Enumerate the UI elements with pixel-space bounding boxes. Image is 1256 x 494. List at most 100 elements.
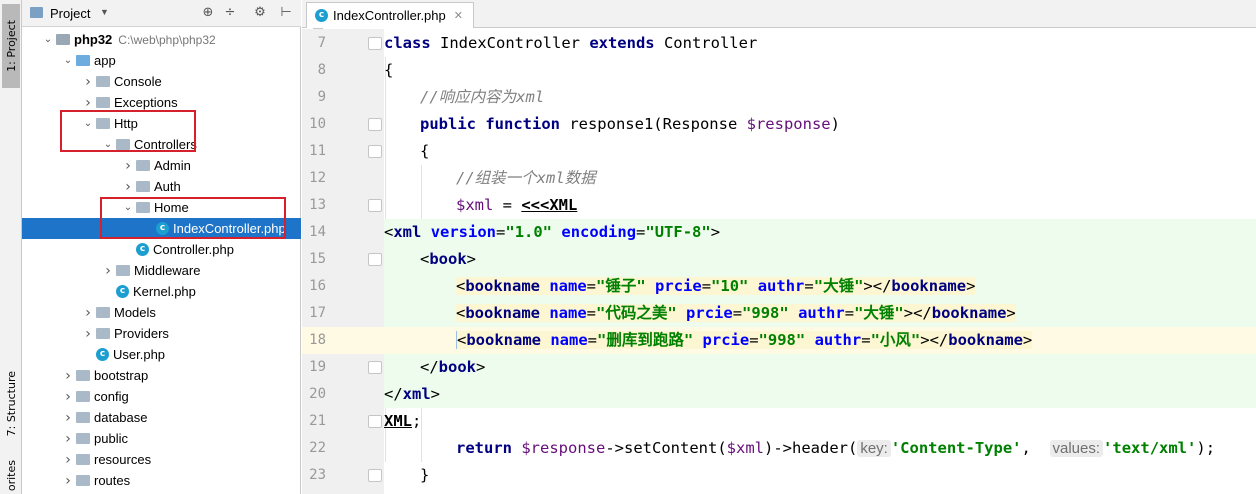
- fold-marker-icon[interactable]: [368, 253, 382, 266]
- chevron-right-icon[interactable]: ›: [80, 326, 96, 342]
- gear-icon[interactable]: ⚙: [252, 5, 268, 21]
- tree-item-routes[interactable]: › routes: [22, 470, 301, 491]
- code-token: ,: [1021, 439, 1050, 457]
- tree-item-app[interactable]: ⌄ app: [22, 50, 301, 71]
- fold-marker-icon[interactable]: [368, 118, 382, 131]
- collapse-icon[interactable]: ÷: [222, 5, 238, 21]
- code-token: $response: [521, 439, 606, 457]
- chevron-right-icon[interactable]: ›: [60, 452, 76, 468]
- tree-item-models[interactable]: › Models: [22, 302, 301, 323]
- fold-marker-icon[interactable]: [368, 415, 382, 428]
- editor-gutter: 789101112131415161718💡1920212223: [302, 29, 406, 494]
- tree-item-config[interactable]: › config: [22, 386, 301, 407]
- tree-item-admin[interactable]: › Admin: [22, 155, 301, 176]
- target-icon[interactable]: ⊕: [200, 5, 216, 21]
- structure-tool-tab[interactable]: 7: Structure: [2, 364, 20, 444]
- editor-tab-indexcontroller[interactable]: c IndexController.php ✕: [306, 2, 474, 28]
- chevron-right-icon[interactable]: ›: [60, 410, 76, 426]
- tree-item-bootstrap[interactable]: › bootstrap: [22, 365, 301, 386]
- code-line: public function response1(Response $resp…: [384, 111, 1256, 138]
- chevron-down-icon[interactable]: ⌄: [60, 55, 76, 66]
- code-token: bookname: [931, 304, 1007, 322]
- tree-item-kernel-php[interactable]: c Kernel.php: [22, 281, 301, 302]
- folder-icon: [76, 454, 90, 465]
- folder-icon: [136, 160, 150, 171]
- chevron-right-icon[interactable]: ›: [80, 95, 96, 111]
- project-panel-title[interactable]: Project: [50, 6, 90, 21]
- fold-marker-icon[interactable]: [368, 37, 382, 50]
- code-editor[interactable]: class IndexController extends Controller…: [384, 29, 1256, 494]
- folder-icon: [76, 412, 90, 423]
- tree-item-label: Admin: [154, 158, 191, 173]
- tree-item-public[interactable]: › public: [22, 428, 301, 449]
- fold-marker-icon[interactable]: [368, 361, 382, 374]
- fold-marker-icon[interactable]: [368, 199, 382, 212]
- chevron-right-icon[interactable]: ›: [60, 473, 76, 489]
- code-line: </xml>: [384, 381, 1256, 408]
- code-token: "10": [711, 277, 749, 295]
- code-line: XML;: [384, 408, 1256, 435]
- tree-item-user-php[interactable]: c User.php: [22, 344, 301, 365]
- chevron-right-icon[interactable]: ›: [120, 158, 136, 174]
- tree-item-php32[interactable]: ⌄ php32 C:\web\php\php32: [22, 29, 301, 50]
- code-token: class: [384, 34, 431, 52]
- code-token: "锤子": [596, 277, 646, 295]
- code-token: "删库到跑路": [597, 331, 694, 349]
- project-icon: [30, 7, 43, 18]
- code-token: </: [420, 358, 439, 376]
- code-token: <: [384, 223, 394, 241]
- chevron-right-icon[interactable]: ›: [120, 179, 136, 195]
- code-token: >: [1006, 304, 1016, 322]
- tree-item-controller-php[interactable]: c Controller.php: [22, 239, 301, 260]
- tree-item-middleware[interactable]: › Middleware: [22, 260, 301, 281]
- tree-item-resources[interactable]: › resources: [22, 449, 301, 470]
- chevron-down-icon[interactable]: ⌄: [40, 34, 56, 45]
- code-token: "998": [758, 331, 806, 349]
- code-token: ></: [903, 304, 932, 322]
- code-token: Controller: [654, 34, 758, 52]
- folder-icon: [76, 433, 90, 444]
- tree-item-database[interactable]: › database: [22, 407, 301, 428]
- chevron-right-icon[interactable]: ›: [80, 74, 96, 90]
- editor-tab-label: IndexController.php: [333, 8, 446, 23]
- code-token: )->header(: [764, 439, 858, 457]
- tree-item-providers[interactable]: › Providers: [22, 323, 301, 344]
- code-token: encoding: [561, 223, 637, 241]
- chevron-right-icon[interactable]: ›: [60, 431, 76, 447]
- code-token: =: [493, 196, 522, 214]
- line-number: 18: [309, 332, 326, 348]
- project-panel: Project ▼ ⊕ ÷ ⚙ ⊢ ⌄ php32 C:\web\php\php32…: [22, 0, 323, 494]
- chevron-right-icon[interactable]: ›: [80, 305, 96, 321]
- code-line: $xml = <<<XML: [384, 192, 1256, 219]
- hide-icon[interactable]: ⊢: [278, 5, 294, 21]
- php-class-icon: c: [315, 9, 328, 22]
- project-tool-tab[interactable]: 1: Project: [2, 4, 20, 88]
- code-token: <: [456, 277, 466, 295]
- code-token: name: [549, 304, 587, 322]
- tree-item-console[interactable]: › Console: [22, 71, 301, 92]
- line-number: 22: [309, 440, 326, 456]
- chevron-right-icon[interactable]: ›: [60, 368, 76, 384]
- code-token: book: [429, 250, 467, 268]
- chevron-right-icon[interactable]: ›: [100, 263, 116, 279]
- code-token: //组装一个xml数据: [456, 169, 596, 187]
- chevron-right-icon[interactable]: ›: [60, 389, 76, 405]
- favorites-tool-tab[interactable]: orites: [2, 458, 20, 494]
- tree-item-auth[interactable]: › Auth: [22, 176, 301, 197]
- chevron-down-icon[interactable]: ▼: [100, 7, 109, 17]
- code-token: 'text/xml': [1103, 439, 1197, 457]
- code-token: xml: [402, 385, 431, 403]
- annotation-box-http: [60, 110, 196, 152]
- tool-window-strip: 1: Project 7: Structure orites: [0, 0, 22, 494]
- tree-item-label: Console: [114, 74, 162, 89]
- tree-item-label: database: [94, 410, 148, 425]
- fold-marker-icon[interactable]: [368, 145, 382, 158]
- project-tool-tab-label: 1: Project: [4, 20, 18, 72]
- code-token: bookname: [466, 331, 541, 349]
- code-token: =: [587, 331, 598, 349]
- close-icon[interactable]: ✕: [454, 9, 463, 22]
- fold-marker-icon[interactable]: [368, 469, 382, 482]
